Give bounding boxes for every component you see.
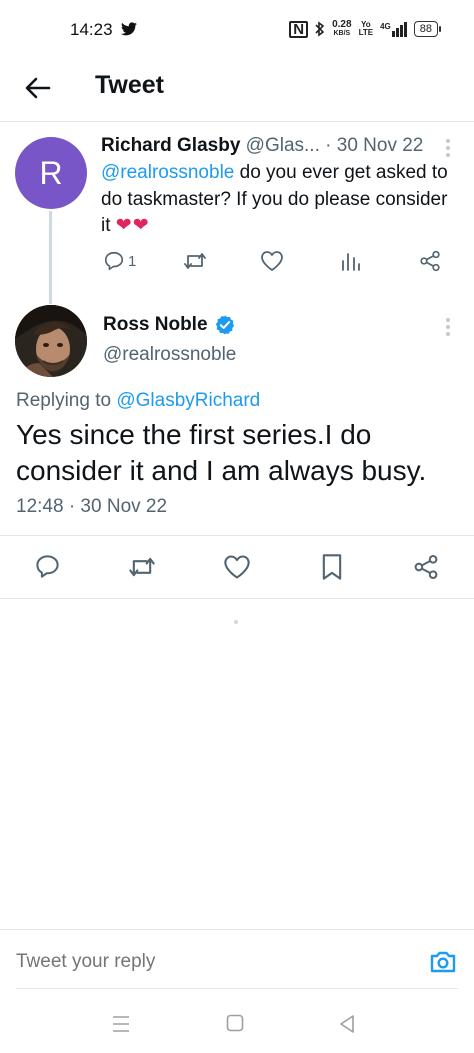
reply-icon [104,251,124,271]
status-time: 14:23 [70,20,113,39]
twitter-bird-icon [121,22,137,36]
like-icon[interactable] [260,250,284,272]
author-name-text: Ross Noble [103,314,208,335]
reply-input[interactable] [16,951,396,973]
reply-underline [16,988,458,989]
more-options-icon[interactable] [446,139,450,160]
retweet-icon[interactable] [183,250,207,272]
page-title: Tweet [95,71,164,99]
avatar[interactable]: R [15,137,87,209]
analytics-icon[interactable] [340,250,362,272]
verified-badge-icon [215,315,234,335]
avatar[interactable] [15,305,87,377]
author-handle[interactable]: @realrossnoble [103,344,236,366]
loading-indicator [234,620,238,624]
actions-top-divider [0,535,474,536]
profile-photo [15,305,87,377]
tweet-timestamp: 12:48 · 30 Nov 22 [16,496,168,517]
speed-value: 0.28 [332,19,352,30]
parent-tweet-text: @realrossnoble do you ever get asked to … [101,160,461,240]
mention-link[interactable]: @realrossnoble [101,162,234,183]
author-name[interactable]: Richard Glasby [101,135,240,156]
author-name[interactable]: Ross Noble [103,314,236,336]
speed-unit: KB/S [333,30,351,37]
reply-count: 1 [128,252,137,270]
reply-icon[interactable] [34,553,61,580]
author-handle[interactable]: @Glas... [246,135,320,156]
thread-connector-line [49,211,52,304]
reply-bar-divider [0,929,474,930]
nfc-icon: N [289,20,309,38]
menu-icon[interactable] [112,1014,130,1034]
camera-icon[interactable] [428,947,458,977]
main-tweet-actions [0,551,474,583]
status-bar: 14:23 N 0.28 KB/S Yo LTE 4G 88 [0,0,474,62]
actions-bottom-divider [0,598,474,599]
bluetooth-icon [315,21,325,37]
volte-bottom: LTE [358,28,374,37]
header-divider [0,121,474,122]
replying-to: Replying to @GlasbyRichard [16,390,260,412]
system-nav-bar [0,1000,474,1053]
tweet-text: Yes since the first series.I do consider… [16,419,427,486]
network-type: 4G [380,21,391,31]
header: Tweet [0,62,474,120]
replying-prefix: Replying to [16,390,112,411]
reply-button[interactable]: 1 [103,250,136,272]
heart-emoji: ❤❤ [115,215,150,236]
network-speed: 0.28 KB/S [332,20,351,38]
parent-tweet-header: Richard Glasby @Glas... · 30 Nov 22 [101,135,423,157]
battery-indicator: 88 [413,21,442,37]
avatar-letter: R [39,154,63,191]
tweet-date: · 30 Nov 22 [325,135,424,156]
volte-indicator: Yo LTE [359,21,374,37]
back-arrow-icon[interactable] [22,72,54,104]
replying-to-link[interactable]: @GlasbyRichard [116,390,260,411]
signal-icon: 4G [380,21,407,37]
retweet-icon[interactable] [128,554,156,580]
nav-back-icon[interactable] [338,1014,356,1034]
home-icon[interactable] [226,1014,244,1032]
bookmark-icon[interactable] [320,553,344,581]
more-options-icon[interactable] [446,318,450,339]
like-icon[interactable] [223,554,251,580]
share-icon[interactable] [419,250,441,272]
share-icon[interactable] [413,554,439,580]
parent-tweet-actions: 1 [100,250,450,278]
status-icons: N 0.28 KB/S Yo LTE 4G 88 [289,20,442,38]
